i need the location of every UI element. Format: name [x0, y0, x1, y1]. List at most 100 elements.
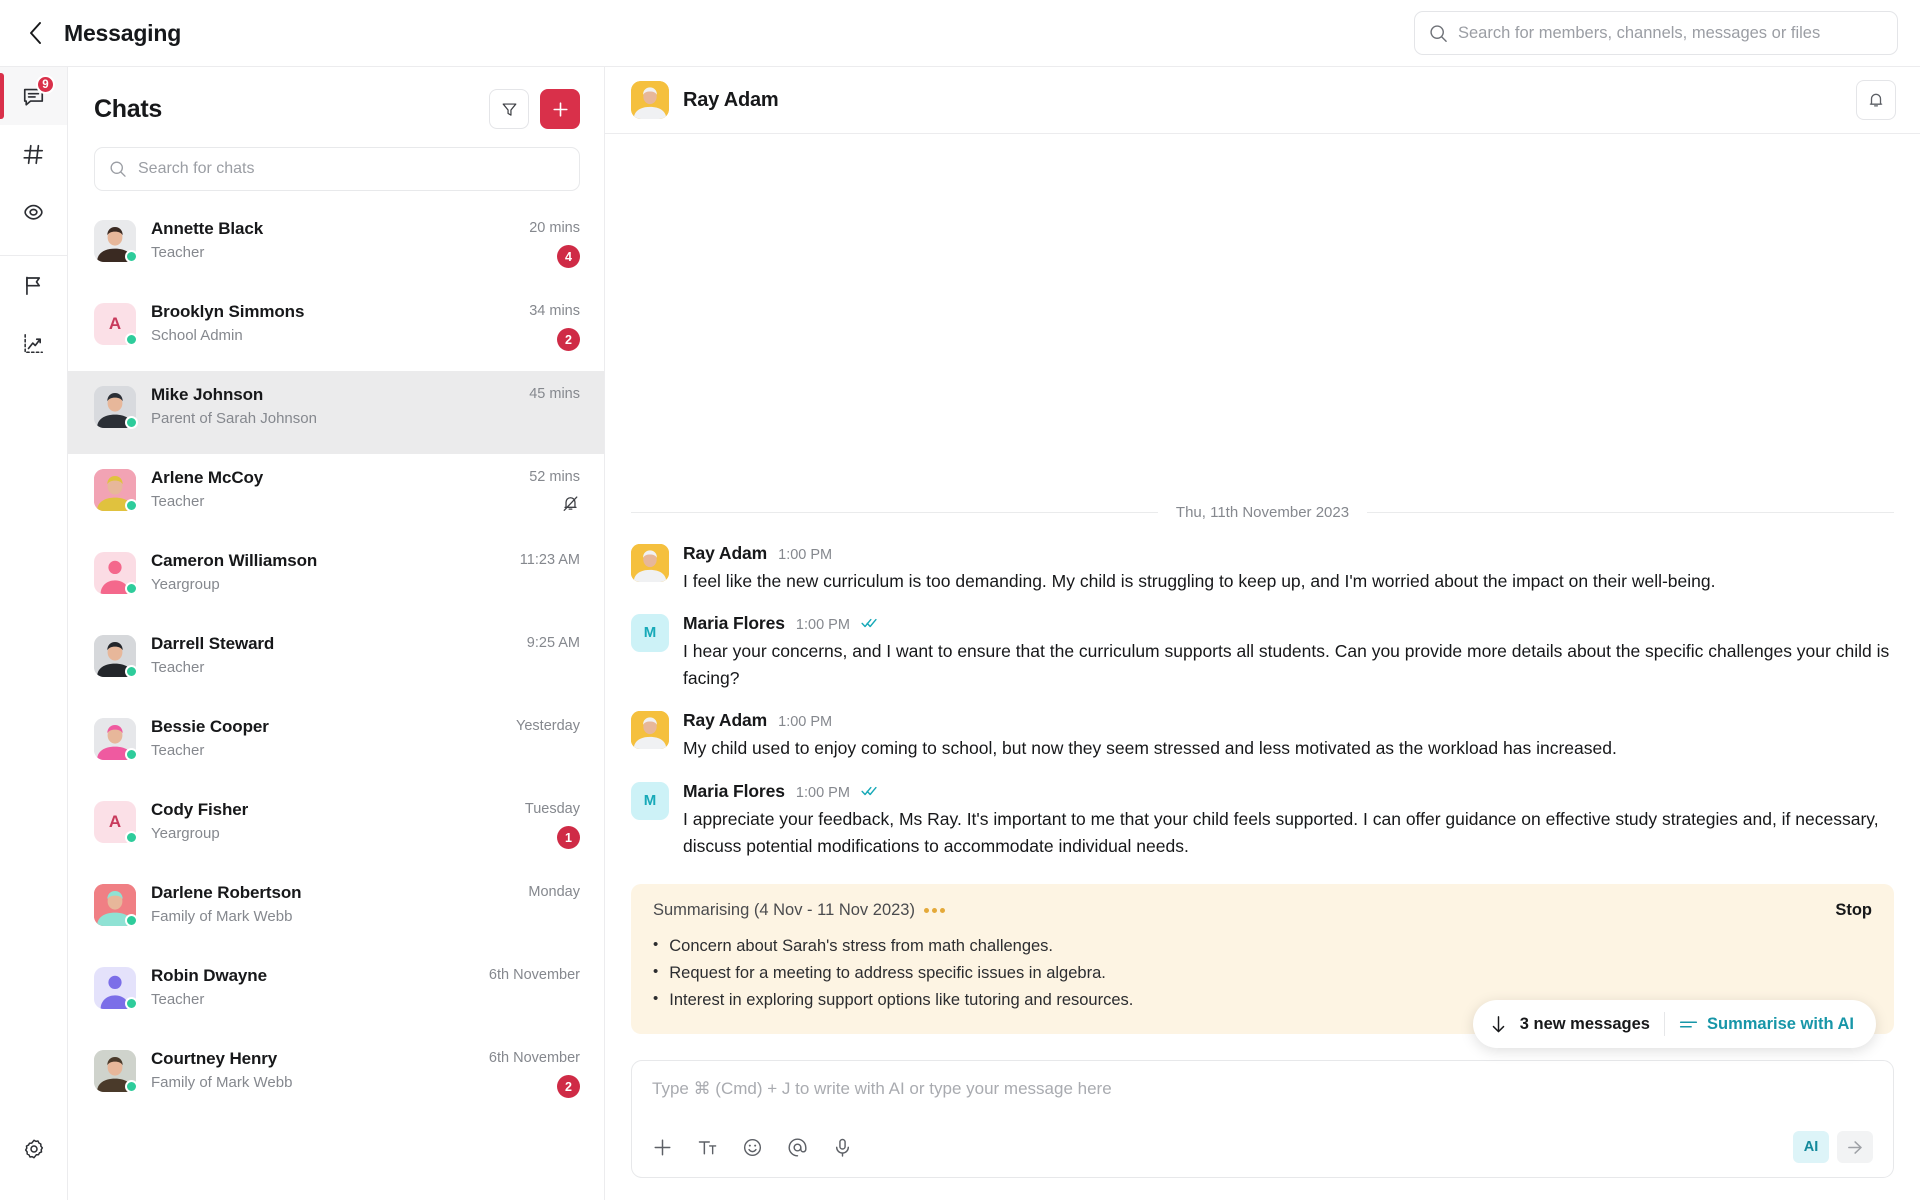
- chat-list-scroll[interactable]: Annette BlackTeacher20 mins4ABrooklyn Si…: [68, 205, 604, 1200]
- message-header: Ray Adam1:00 PM: [683, 710, 1894, 731]
- sidebar-item-channels[interactable]: [0, 125, 67, 183]
- notifications-button[interactable]: [1856, 80, 1896, 120]
- online-status-dot: [125, 582, 138, 595]
- message-input-placeholder[interactable]: Type ⌘ (Cmd) + J to write with AI or typ…: [652, 1079, 1873, 1121]
- eye-icon: [21, 200, 46, 225]
- sidebar-item-watch[interactable]: [0, 183, 67, 241]
- message-timestamp: 1:00 PM: [778, 714, 832, 730]
- stop-summarising-button[interactable]: Stop: [1835, 901, 1872, 920]
- chat-list-item[interactable]: ACody FisherYeargroupTuesday1: [68, 786, 604, 869]
- chat-list-item[interactable]: Robin DwayneTeacher6th November: [68, 952, 604, 1035]
- chat-item-role: Parent of Sarah Johnson: [151, 410, 504, 427]
- send-icon: [1846, 1138, 1865, 1157]
- chat-list-actions: [489, 89, 580, 129]
- chat-item-meta: 9:25 AM: [504, 632, 580, 651]
- search-icon: [109, 160, 127, 178]
- sidebar-item-analytics[interactable]: [0, 314, 67, 372]
- mention-button[interactable]: [787, 1137, 808, 1158]
- chat-list-item[interactable]: Bessie CooperTeacherYesterday: [68, 703, 604, 786]
- voice-message-button[interactable]: [832, 1137, 853, 1158]
- chat-item-timestamp: 20 mins: [529, 220, 580, 236]
- message-timestamp-wrap: 1:00 PM: [778, 547, 832, 563]
- chat-item-role: School Admin: [151, 327, 504, 344]
- new-messages-count[interactable]: 3 new messages: [1520, 1015, 1650, 1034]
- search-icon: [1429, 24, 1448, 43]
- message-timestamp: 1:00 PM: [778, 547, 832, 563]
- bullet-icon: •: [653, 987, 658, 1014]
- avatar-image: [631, 81, 669, 119]
- chat-item-info: Cameron WilliamsonYeargroup: [151, 549, 504, 593]
- avatar: [94, 552, 136, 594]
- avatar-image: M: [631, 782, 669, 820]
- ai-summary-bullet: •Concern about Sarah's stress from math …: [653, 933, 1872, 960]
- sidebar-item-messaging[interactable]: 9: [0, 67, 67, 125]
- online-status-dot: [125, 997, 138, 1010]
- message-composer[interactable]: Type ⌘ (Cmd) + J to write with AI or typ…: [631, 1060, 1894, 1178]
- chat-item-meta: 6th November2: [489, 1047, 580, 1098]
- emoji-button[interactable]: [742, 1137, 763, 1158]
- arrow-down-icon[interactable]: [1491, 1015, 1506, 1034]
- chat-item-meta: 20 mins4: [504, 217, 580, 268]
- online-status-dot: [125, 416, 138, 429]
- gear-icon: [22, 1137, 46, 1161]
- message: Ray Adam1:00 PMI feel like the new curri…: [605, 543, 1920, 613]
- message: MMaria Flores1:00 PMI appreciate your fe…: [605, 781, 1920, 879]
- chat-item-timestamp: 11:23 AM: [520, 552, 580, 568]
- top-bar: Messaging Search for members, channels, …: [0, 0, 1920, 67]
- at-icon: [787, 1137, 808, 1158]
- filter-icon: [501, 101, 518, 118]
- sidebar-item-settings[interactable]: [0, 1120, 67, 1178]
- send-button[interactable]: [1837, 1131, 1873, 1163]
- chat-list-item[interactable]: Courtney Henry Family of Mark Webb6th Nov…: [68, 1035, 604, 1118]
- chat-item-info: Cody FisherYeargroup: [151, 798, 504, 842]
- message-header: Ray Adam1:00 PM: [683, 543, 1894, 564]
- messaging-unread-badge: 9: [36, 75, 55, 94]
- chat-item-meta: Monday: [504, 881, 580, 900]
- summarise-icon: [1679, 1018, 1698, 1031]
- date-divider-line-right: [1367, 512, 1894, 513]
- chat-search-input[interactable]: Search for chats: [94, 147, 580, 191]
- online-status-dot: [125, 250, 138, 263]
- summarise-with-ai-button[interactable]: Summarise with AI: [1679, 1015, 1854, 1034]
- sidebar-item-flags[interactable]: [0, 256, 67, 314]
- chat-item-name: Darrell Steward: [151, 634, 504, 654]
- chat-item-info: Courtney Henry Family of Mark Webb: [151, 1047, 489, 1091]
- chat-item-role: Family of Mark Webb: [151, 1074, 489, 1091]
- chat-list-item[interactable]: Annette BlackTeacher20 mins4: [68, 205, 604, 288]
- ai-write-button[interactable]: AI: [1793, 1131, 1829, 1163]
- avatar: [94, 220, 136, 262]
- global-search-input[interactable]: Search for members, channels, messages o…: [1414, 11, 1898, 55]
- avatar: [94, 884, 136, 926]
- chat-list-item[interactable]: Mike JohnsonParent of Sarah Johnson45 mi…: [68, 371, 604, 454]
- chat-item-name: Arlene McCoy: [151, 468, 504, 488]
- date-divider: Thu, 11th November 2023: [605, 504, 1920, 521]
- chat-item-role: Yeargroup: [151, 576, 504, 593]
- chat-list-item[interactable]: Cameron WilliamsonYeargroup 11:23 AM: [68, 537, 604, 620]
- chat-list-item[interactable]: Arlene McCoyTeacher52 mins: [68, 454, 604, 537]
- message-main: Ray Adam1:00 PMMy child used to enjoy co…: [683, 710, 1894, 762]
- composer-actions: AI: [1793, 1131, 1873, 1163]
- message-header: Maria Flores1:00 PM: [683, 781, 1894, 802]
- chat-list-item[interactable]: ABrooklyn SimmonsSchool Admin34 mins2: [68, 288, 604, 371]
- chat-item-role: Teacher: [151, 659, 504, 676]
- chart-icon: [21, 331, 46, 356]
- nav-rail: 9: [0, 67, 68, 1200]
- attach-button[interactable]: [652, 1137, 673, 1158]
- composer-toolbar: AI: [652, 1131, 1873, 1163]
- chat-item-name: Courtney Henry: [151, 1049, 489, 1069]
- chat-item-timestamp: Yesterday: [516, 718, 580, 734]
- message-timestamp-wrap: 1:00 PM: [796, 617, 850, 633]
- filter-chats-button[interactable]: [489, 89, 529, 129]
- back-button[interactable]: [18, 16, 52, 50]
- chat-item-info: Darrell Steward Teacher: [151, 632, 504, 676]
- chat-list-item[interactable]: Darrell Steward Teacher9:25 AM: [68, 620, 604, 703]
- avatar: A: [94, 801, 136, 843]
- avatar: [94, 635, 136, 677]
- text-format-button[interactable]: [697, 1137, 718, 1158]
- new-chat-button[interactable]: [540, 89, 580, 129]
- chat-list-item[interactable]: Darlene RobertsonFamily of Mark WebbMond…: [68, 869, 604, 952]
- emoji-icon: [742, 1137, 763, 1158]
- page-title: Messaging: [64, 20, 181, 47]
- chat-item-info: Annette BlackTeacher: [151, 217, 504, 261]
- chat-item-timestamp: 6th November: [489, 1050, 580, 1066]
